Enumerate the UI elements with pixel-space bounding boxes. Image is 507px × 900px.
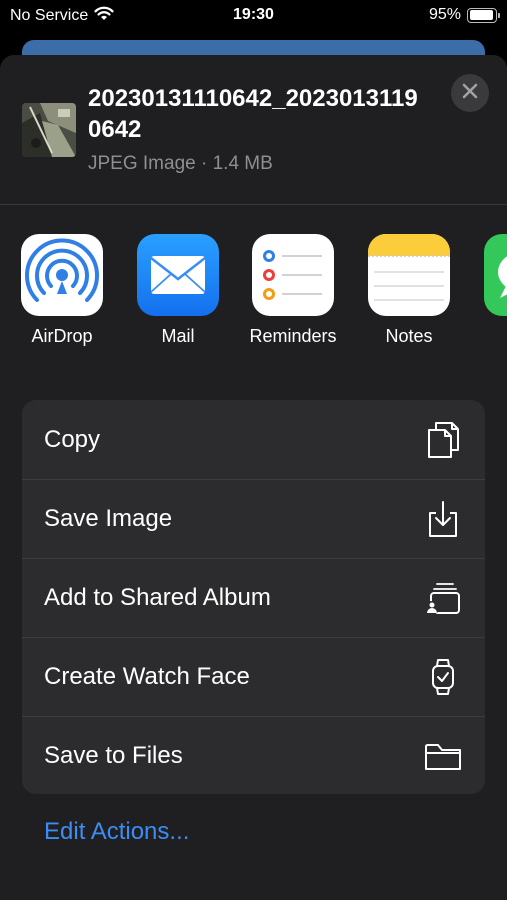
copy-icon (423, 420, 463, 460)
action-add-to-shared-album[interactable]: Add to Shared Album (22, 558, 485, 637)
watch-icon (423, 657, 463, 697)
airdrop-icon (21, 234, 103, 316)
file-name: 20230131110642_20230131190642 (88, 85, 418, 143)
edit-actions-link[interactable]: Edit Actions... (44, 818, 189, 846)
action-label: Create Watch Face (44, 662, 250, 690)
reminders-icon (252, 234, 334, 316)
action-label: Copy (44, 425, 101, 453)
action-save-image[interactable]: Save Image (22, 479, 485, 558)
app-label: Notes (385, 326, 433, 346)
battery-percent: 95% (428, 6, 461, 23)
shared-album-icon (423, 578, 463, 618)
share-sheet-header: 20230131110642_20230131190642 JPEG Image… (0, 55, 507, 205)
file-meta: JPEG Image · 1.4 MB (88, 153, 273, 174)
folder-icon (423, 736, 463, 776)
messages-icon (484, 234, 507, 316)
save-image-icon (423, 499, 463, 539)
action-copy[interactable]: Copy (22, 400, 485, 479)
status-bar: No Service 19:30 95% (0, 0, 507, 32)
share-apps-row: AirDrop Mail Reminders Notes (0, 234, 507, 354)
action-create-watch-face[interactable]: Create Watch Face (22, 637, 485, 716)
actions-list: Copy Save Image Add to Shared Album Crea… (22, 400, 485, 794)
status-right: 95% (428, 6, 500, 24)
app-messages[interactable]: W (475, 234, 507, 347)
app-label: W (475, 326, 507, 347)
file-thumbnail (22, 103, 76, 157)
app-label: Reminders (249, 326, 337, 346)
close-icon (462, 83, 478, 104)
notes-icon (368, 234, 450, 316)
app-mail[interactable]: Mail (128, 234, 228, 347)
action-label: Save to Files (44, 741, 183, 769)
battery-level (469, 10, 494, 20)
action-label: Save Image (44, 504, 173, 532)
battery-icon (467, 7, 500, 23)
app-notes[interactable]: Notes (359, 234, 459, 347)
app-label: AirDrop (31, 326, 93, 346)
app-label: Mail (161, 326, 195, 346)
app-reminders[interactable]: Reminders (243, 234, 343, 347)
mail-icon (137, 234, 219, 316)
app-airdrop[interactable]: AirDrop (12, 234, 112, 347)
action-save-to-files[interactable]: Save to Files (22, 716, 485, 794)
action-label: Add to Shared Album (44, 583, 271, 611)
close-button[interactable] (451, 74, 489, 112)
share-sheet: 20230131110642_20230131190642 JPEG Image… (0, 55, 507, 900)
